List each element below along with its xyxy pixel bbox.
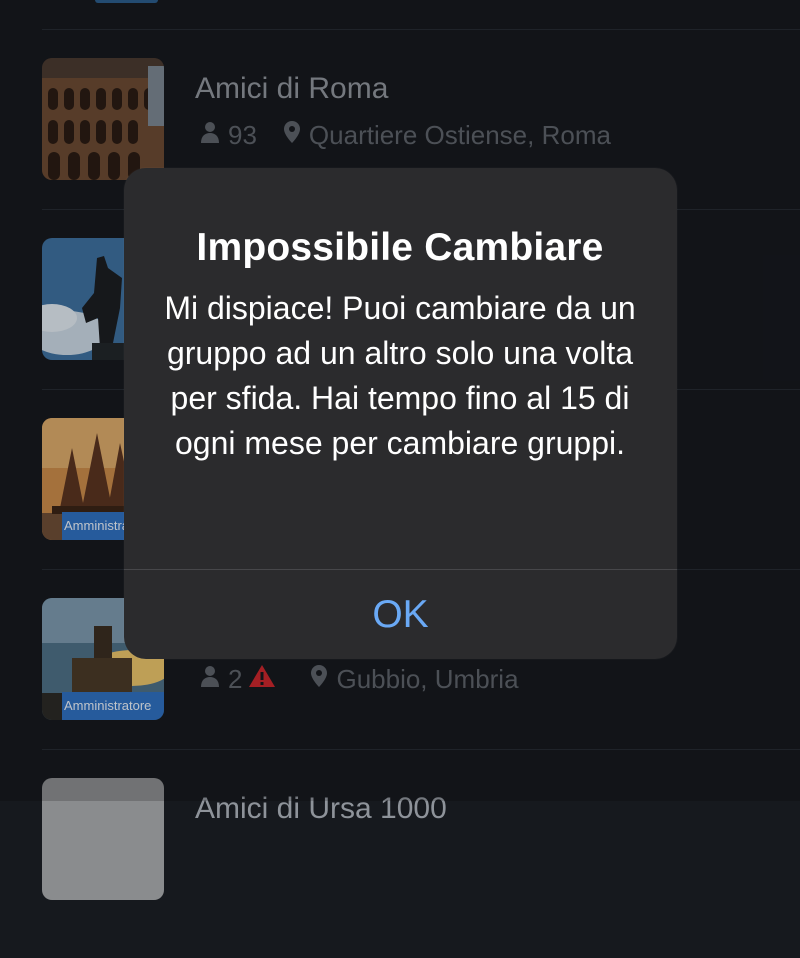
group-row[interactable]: Amici di Ursa 1000 — [0, 778, 800, 958]
ok-button[interactable]: OK — [124, 570, 677, 659]
alert-title: Impossibile Cambiare — [196, 226, 604, 269]
alert-message: Mi dispiace! Puoi cambiare da un gruppo … — [164, 290, 636, 461]
